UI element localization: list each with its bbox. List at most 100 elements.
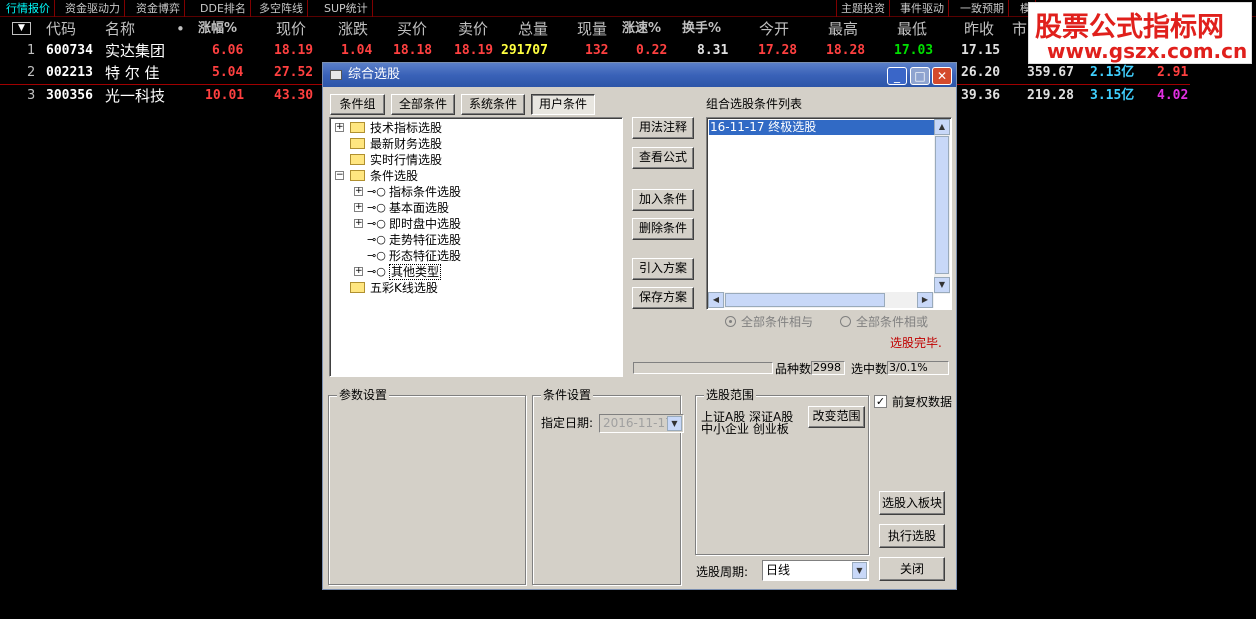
header-low[interactable]: 最低: [897, 19, 927, 39]
header-change-pct[interactable]: 涨幅%: [198, 19, 237, 39]
folder-icon: [350, 122, 365, 133]
tree-label: 条件选股: [370, 169, 419, 183]
tree-label: 最新财务选股: [370, 137, 443, 151]
date-picker[interactable]: 2016-11-17 ▼: [599, 414, 684, 433]
expand-icon[interactable]: +: [354, 203, 363, 212]
header-prev-close[interactable]: 昨收: [964, 19, 994, 39]
header-open[interactable]: 今开: [759, 19, 789, 39]
view-formula-button[interactable]: 查看公式: [632, 147, 694, 169]
import-scheme-button[interactable]: 引入方案: [632, 258, 694, 280]
value-col-2: 3.15亿: [1090, 88, 1135, 103]
header-price[interactable]: 现价: [276, 19, 306, 39]
condition-list[interactable]: 16-11-17 终极选股 ▲ ▼ ◀ ▶: [706, 117, 952, 310]
scroll-left-icon[interactable]: ◀: [708, 292, 724, 308]
key-icon: ⊸○: [367, 201, 386, 214]
dialog-titlebar[interactable]: 综合选股 _ □ ✕: [323, 63, 956, 87]
change-range-button[interactable]: 改变范围: [808, 406, 865, 428]
date-label: 指定日期:: [541, 416, 594, 430]
tab-event[interactable]: 事件驱动: [896, 0, 949, 17]
tab-sup-stats[interactable]: SUP统计: [320, 0, 373, 17]
maximize-button[interactable]: □: [910, 67, 930, 85]
execute-screening-button[interactable]: 执行选股: [879, 524, 945, 548]
expand-icon[interactable]: +: [354, 267, 363, 276]
scroll-up-icon[interactable]: ▲: [934, 119, 950, 135]
tree-item[interactable]: ⊸○ 形态特征选股: [330, 248, 620, 264]
radio-and-label: 全部条件相与: [741, 315, 814, 329]
header-turnover[interactable]: 换手%: [682, 19, 721, 39]
close-window-button[interactable]: ✕: [932, 67, 952, 85]
header-change[interactable]: 涨跌: [338, 19, 368, 39]
header-name[interactable]: 名称: [105, 19, 135, 39]
chevron-down-icon[interactable]: ▼: [667, 416, 682, 431]
header-speed[interactable]: 涨速%: [622, 19, 661, 39]
tab-condition-group[interactable]: 条件组: [330, 94, 385, 115]
tree-item[interactable]: 最新财务选股: [330, 136, 620, 152]
adjusted-data-checkbox[interactable]: ✓: [874, 395, 887, 408]
tab-long-short[interactable]: 多空阵线: [255, 0, 308, 17]
header-market[interactable]: 市: [1012, 19, 1027, 39]
radio-and[interactable]: [725, 316, 736, 327]
expand-icon[interactable]: +: [335, 123, 344, 132]
add-to-block-button[interactable]: 选股入板块: [879, 491, 945, 515]
collapse-icon[interactable]: −: [335, 171, 344, 180]
key-icon: ⊸○: [367, 249, 386, 262]
tab-system-conditions[interactable]: 系统条件: [461, 94, 525, 115]
column-menu-button[interactable]: ▼: [12, 22, 31, 35]
tree-item[interactable]: 实时行情选股: [330, 152, 620, 168]
tab-all-conditions[interactable]: 全部条件: [391, 94, 455, 115]
selected-label: 选中数: [851, 362, 888, 376]
tab-user-conditions[interactable]: 用户条件: [531, 94, 595, 115]
radio-or[interactable]: [840, 316, 851, 327]
volume: 291707: [501, 43, 548, 58]
expand-icon[interactable]: +: [354, 219, 363, 228]
horizontal-scrollbar[interactable]: ◀ ▶: [708, 292, 934, 308]
tab-quotes[interactable]: 行情报价: [2, 0, 55, 17]
tree-item[interactable]: + ⊸○ 指标条件选股: [330, 184, 620, 200]
delete-condition-button[interactable]: 删除条件: [632, 218, 694, 240]
progress-bar: [633, 362, 773, 374]
scroll-right-icon[interactable]: ▶: [917, 292, 933, 308]
chevron-down-icon[interactable]: ▼: [852, 562, 867, 579]
header-ask[interactable]: 卖价: [458, 19, 488, 39]
header-volume[interactable]: 总量: [518, 19, 548, 39]
prev-close: 17.15: [961, 43, 1001, 58]
usage-notes-button[interactable]: 用法注释: [632, 117, 694, 139]
expand-icon[interactable]: +: [354, 187, 363, 196]
save-scheme-button[interactable]: 保存方案: [632, 287, 694, 309]
period-select[interactable]: 日线 ▼: [762, 560, 869, 581]
stock-screener-dialog: 综合选股 _ □ ✕ 条件组 全部条件 系统条件 用户条件 + 技术指标选股 最…: [322, 62, 957, 590]
tab-consensus[interactable]: 一致预期: [956, 0, 1009, 17]
watermark-url: www.gszx.com.cn: [1047, 39, 1248, 63]
tab-fund-game[interactable]: 资金博弈: [132, 0, 185, 17]
tree-item[interactable]: + ⊸○ 即时盘中选股: [330, 216, 620, 232]
scroll-down-icon[interactable]: ▼: [934, 277, 950, 293]
tree-item[interactable]: + ⊸○ 基本面选股: [330, 200, 620, 216]
minimize-button[interactable]: _: [887, 67, 907, 85]
scroll-thumb[interactable]: [935, 136, 949, 274]
list-item[interactable]: 16-11-17 终极选股: [709, 120, 935, 135]
condition-tree[interactable]: + 技术指标选股 最新财务选股 实时行情选股 − 条件选股 + ⊸○ 指标条件选…: [329, 117, 623, 377]
tab-fund-drive[interactable]: 资金驱动力: [61, 0, 125, 17]
group-label: 条件设置: [541, 388, 594, 402]
tree-label: 即时盘中选股: [389, 217, 462, 231]
tab-dde-rank[interactable]: DDE排名: [196, 0, 251, 17]
tree-item[interactable]: ⊸○ 走势特征选股: [330, 232, 620, 248]
price: 18.19: [274, 43, 314, 58]
tree-item[interactable]: + 技术指标选股: [330, 120, 620, 136]
scroll-thumb[interactable]: [725, 293, 885, 307]
tree-label: 指标条件选股: [389, 185, 462, 199]
add-condition-button[interactable]: 加入条件: [632, 189, 694, 211]
header-cur-vol[interactable]: 现量: [577, 19, 607, 39]
window-icon: [330, 70, 342, 80]
header-code[interactable]: 代码: [46, 19, 76, 39]
tab-theme[interactable]: 主题投资: [836, 0, 890, 17]
tree-label: 实时行情选股: [370, 153, 443, 167]
change-pct: 5.04: [212, 65, 244, 80]
header-high[interactable]: 最高: [828, 19, 858, 39]
tree-item[interactable]: − 条件选股: [330, 168, 620, 184]
close-button[interactable]: 关闭: [879, 557, 945, 581]
tree-item[interactable]: 五彩K线选股: [330, 280, 620, 296]
tree-item[interactable]: + ⊸○ 其他类型: [330, 264, 620, 280]
vertical-scrollbar[interactable]: ▲ ▼: [934, 119, 950, 294]
header-bid[interactable]: 买价: [397, 19, 427, 39]
